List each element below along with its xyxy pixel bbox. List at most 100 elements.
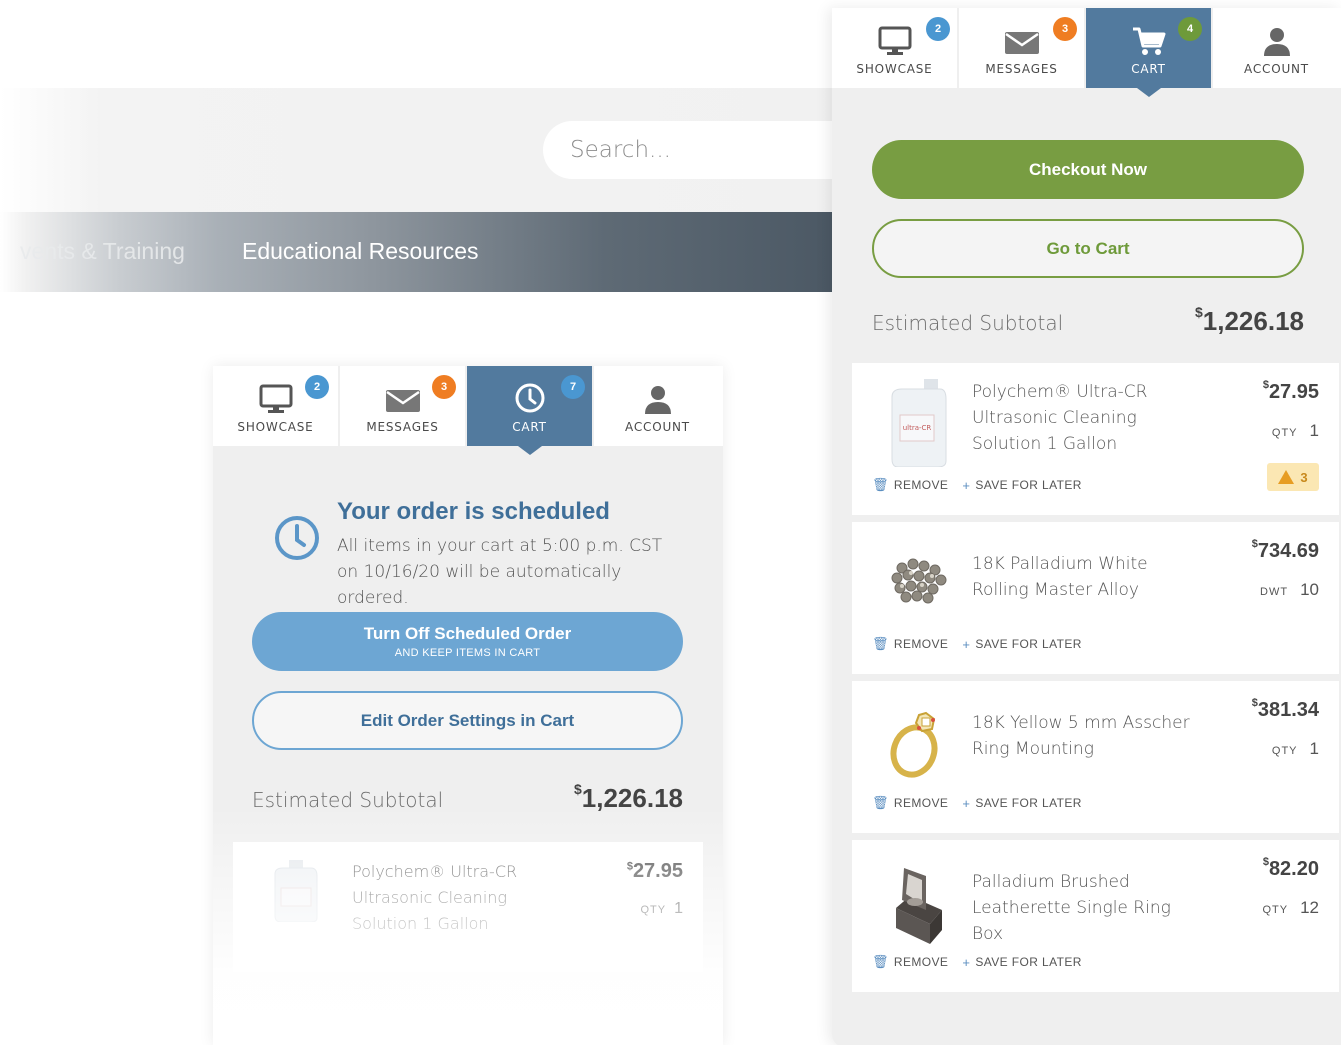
alloy-pellets-icon [891,558,947,604]
svg-text:ultra-CR: ultra-CR [903,424,932,432]
cart-item-price: $381.34 [1251,697,1319,721]
tab-cart-label: CART [512,420,547,434]
tab-account-label: ACCOUNT [625,420,690,434]
cart-item-name: 18K Yellow 5 mm Asscher Ring Mounting [972,713,1190,759]
envelope-icon [1004,32,1039,54]
save-for-later-button[interactable]: + SAVE FOR LATER [962,796,1082,811]
remove-button[interactable]: 🗑 REMOVE [872,636,948,652]
cart-item-qty: QTY 1 [1271,421,1319,440]
panel-tabbar: 2 SHOWCASE 3 MESSAGES 7 CART ACCOUNT [213,366,723,455]
mid-item-price: $27.95 [626,860,683,882]
turn-off-sublabel: AND KEEP ITEMS IN CART [394,647,541,659]
scheduled-clock-icon [275,516,319,560]
remove-button[interactable]: 🗑 REMOVE [872,795,948,811]
cart-count-badge: 7 [561,375,585,399]
plus-icon: + [962,636,971,652]
gallon-jug-icon: ultra-CR [891,379,947,467]
cart-dropdown-panel: 2 SHOWCASE 3 MESSAGES 4 CART ACCOUNT Che… [832,8,1341,1045]
site-search-input[interactable]: Search... [543,121,863,179]
subtotal-label: Estimated Subtotal [252,788,444,812]
cart-item-name: 18K Palladium White Rolling Master Alloy [972,554,1148,600]
clock-icon [515,383,544,413]
tab-cart[interactable]: 4 CART [1086,8,1213,97]
tab-messages[interactable]: 3 MESSAGES [340,366,467,446]
shopping-cart-icon [1132,27,1165,55]
site-navbar: vents & Training Educational Resources [0,212,840,292]
save-for-later-button[interactable]: + SAVE FOR LATER [962,637,1082,652]
tab-showcase[interactable]: 2 SHOWCASE [832,8,959,88]
cart-tabbar: 2 SHOWCASE 3 MESSAGES 4 CART ACCOUNT [832,8,1341,97]
plus-icon: + [962,954,971,970]
cart-item-name: Palladium Brushed Leatherette Single Rin… [972,872,1171,944]
scheduled-cart-panel: 2 SHOWCASE 3 MESSAGES 7 CART ACCOUNT You… [213,366,723,1045]
trash-icon: 🗑 [872,795,889,810]
cart-item-price: $27.95 [1262,379,1319,403]
showcase-count-badge: 2 [305,375,329,399]
messages-count-badge: 3 [1053,17,1077,41]
cart-item: 18K Yellow 5 mm Asscher Ring Mounting $3… [852,681,1339,833]
site-header: Search... [0,0,863,212]
nav-link-events-training[interactable]: vents & Training [20,238,185,265]
remove-button[interactable]: 🗑 REMOVE [872,954,948,970]
ring-icon [890,711,938,778]
cart-item-actions: 🗑 REMOVE + SAVE FOR LATER [872,477,1096,493]
subtotal-value: $1,226.18 [1194,304,1304,336]
gallon-jug-icon [274,860,318,922]
tab-showcase-label: SHOWCASE [856,62,933,76]
tab-account[interactable]: ACCOUNT [1213,8,1340,88]
cart-item-qty: QTY 12 [1262,898,1319,917]
warning-icon [1278,470,1295,484]
cart-item-actions: 🗑 REMOVE + SAVE FOR LATER [872,795,1096,811]
subtotal-value: $1,226.18 [573,781,683,813]
stock-warning-badge[interactable]: 3 [1267,463,1319,491]
save-for-later-button[interactable]: + SAVE FOR LATER [962,955,1082,970]
mid-subtotal-row: Estimated Subtotal $1,226.18 [252,781,683,814]
plus-icon: + [962,477,971,493]
go-to-cart-label: Go to Cart [1046,238,1130,258]
user-icon [1263,28,1290,56]
cart-item: 18K Palladium White Rolling Master Alloy… [852,522,1339,674]
mid-item-name: Polychem® Ultra-CR Ultrasonic Cleaning S… [352,862,518,933]
plus-icon: + [962,795,971,811]
trash-icon: 🗑 [872,636,889,651]
checkout-now-button[interactable]: Checkout Now [872,140,1304,199]
messages-count-badge: 3 [432,375,456,399]
save-for-later-button[interactable]: + SAVE FOR LATER [962,478,1082,493]
tab-cart[interactable]: 7 CART [467,366,594,455]
subtotal-label: Estimated Subtotal [872,311,1064,335]
trash-icon: 🗑 [872,954,889,969]
cart-item-name: Polychem® Ultra-CR Ultrasonic Cleaning S… [972,382,1148,454]
mid-item-qty: QTY 1 [640,900,683,917]
tab-showcase-label: SHOWCASE [237,420,314,434]
turn-off-scheduled-order-button[interactable]: Turn Off Scheduled Order AND KEEP ITEMS … [252,612,683,671]
mid-cart-item: Polychem® Ultra-CR Ultrasonic Cleaning S… [233,842,703,972]
ring-box-icon [896,868,942,944]
cart-item: ultra-CR Polychem® Ultra-CR Ultrasonic C… [852,363,1339,515]
scheduled-order-title: Your order is scheduled [337,498,610,525]
tab-showcase[interactable]: 2 SHOWCASE [213,366,340,446]
edit-order-settings-label: Edit Order Settings in Cart [360,710,575,730]
header-top-fade [0,0,840,88]
tab-cart-label: CART [1131,62,1166,76]
tab-account-label: ACCOUNT [1244,62,1309,76]
edit-order-settings-button[interactable]: Edit Order Settings in Cart [252,691,683,750]
tab-account[interactable]: ACCOUNT [594,366,721,446]
tab-messages-label: MESSAGES [985,62,1058,76]
trash-icon: 🗑 [872,477,889,492]
cart-item-actions: 🗑 REMOVE + SAVE FOR LATER [872,636,1096,652]
tab-messages[interactable]: 3 MESSAGES [959,8,1086,88]
remove-button[interactable]: 🗑 REMOVE [872,477,948,493]
tab-messages-label: MESSAGES [366,420,439,434]
cart-item-actions: 🗑 REMOVE + SAVE FOR LATER [872,954,1096,970]
cart-item-price: $734.69 [1251,538,1319,562]
cart-item-price: $82.20 [1262,856,1319,880]
showcase-count-badge: 2 [926,17,950,41]
cart-item-qty: DWT 10 [1260,580,1319,599]
envelope-icon [385,390,420,412]
monitor-icon [878,26,911,55]
monitor-icon [259,384,292,413]
nav-link-educational-resources[interactable]: Educational Resources [242,238,479,265]
go-to-cart-button[interactable]: Go to Cart [872,219,1304,278]
cart-item: Palladium Brushed Leatherette Single Rin… [852,840,1339,992]
turn-off-label: Turn Off Scheduled Order [363,624,572,643]
